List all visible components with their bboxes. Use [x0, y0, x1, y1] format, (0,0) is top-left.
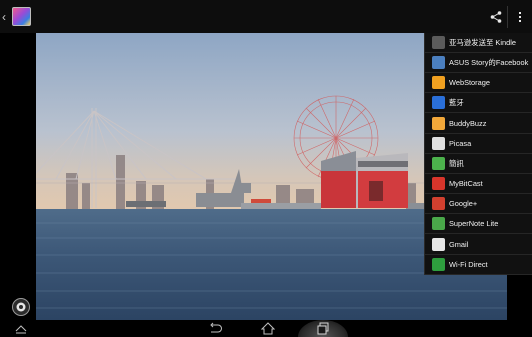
webstorage-icon: [432, 76, 445, 90]
chevron-left-icon[interactable]: ‹: [2, 8, 12, 26]
navigation-bar: [0, 320, 532, 337]
camera-icon[interactable]: [12, 298, 30, 316]
menu-divider: [425, 273, 532, 275]
kindle-icon: [432, 36, 445, 49]
share-menu-item-label: SuperNote Lite: [449, 219, 499, 229]
share-menu-item-label: Wi-Fi Direct: [449, 259, 488, 269]
back-icon[interactable]: [208, 322, 222, 335]
action-bar: ‹: [0, 0, 532, 33]
share-menu-item[interactable]: Google+: [425, 194, 532, 215]
wifi-direct-icon: [432, 257, 445, 271]
left-margin: [0, 33, 36, 320]
share-menu-item-label: 藍牙: [449, 98, 464, 108]
gallery-icon[interactable]: [12, 7, 31, 26]
share-menu: 亚马逊发送至 Kindle ASUS Story的Facebook WebStora…: [424, 33, 532, 275]
share-menu-item[interactable]: Gmail: [425, 235, 532, 255]
share-menu-item-label: Google+: [449, 199, 478, 209]
buddybuzz-icon: [432, 116, 445, 130]
picasa-icon: [432, 136, 445, 150]
hide-nav-icon[interactable]: [14, 322, 28, 335]
share-menu-item[interactable]: MyBitCast: [425, 174, 532, 195]
share-menu-item[interactable]: WebStorage: [425, 73, 532, 94]
toolbar-divider: [507, 6, 508, 28]
share-menu-item-label: MyBitCast: [449, 179, 483, 189]
overflow-menu-icon[interactable]: [513, 10, 527, 24]
share-menu-item[interactable]: 藍牙: [425, 93, 532, 114]
supernote-icon: [432, 217, 445, 231]
recent-apps-icon[interactable]: [316, 322, 330, 335]
share-menu-item-label: BuddyBuzz: [449, 118, 487, 128]
share-menu-item[interactable]: 亚马逊发送至 Kindle: [425, 33, 532, 53]
share-menu-item-label: 簡訊: [449, 158, 464, 168]
share-menu-item-label: ASUS Story的Facebook: [449, 58, 529, 68]
home-icon[interactable]: [260, 322, 276, 335]
share-icon[interactable]: [489, 10, 503, 24]
share-menu-item-label: Gmail: [449, 239, 469, 249]
share-menu-item[interactable]: ASUS Story的Facebook: [425, 53, 532, 74]
share-menu-item[interactable]: BuddyBuzz: [425, 114, 532, 134]
share-menu-item-label: Picasa: [449, 138, 472, 148]
share-menu-item[interactable]: 簡訊: [425, 154, 532, 174]
share-menu-item-label: 亚马逊发送至 Kindle: [449, 38, 516, 47]
mybitcast-icon: [432, 177, 445, 191]
asus-story-icon: [432, 56, 445, 70]
share-menu-item[interactable]: Wi-Fi Direct: [425, 255, 532, 275]
share-menu-item[interactable]: Picasa: [425, 134, 532, 154]
gmail-icon: [432, 237, 445, 251]
share-menu-item[interactable]: SuperNote Lite: [425, 214, 532, 235]
messaging-icon: [432, 156, 445, 170]
google-plus-icon: [432, 197, 445, 211]
share-menu-item-label: WebStorage: [449, 78, 490, 88]
bluetooth-icon: [432, 96, 445, 110]
